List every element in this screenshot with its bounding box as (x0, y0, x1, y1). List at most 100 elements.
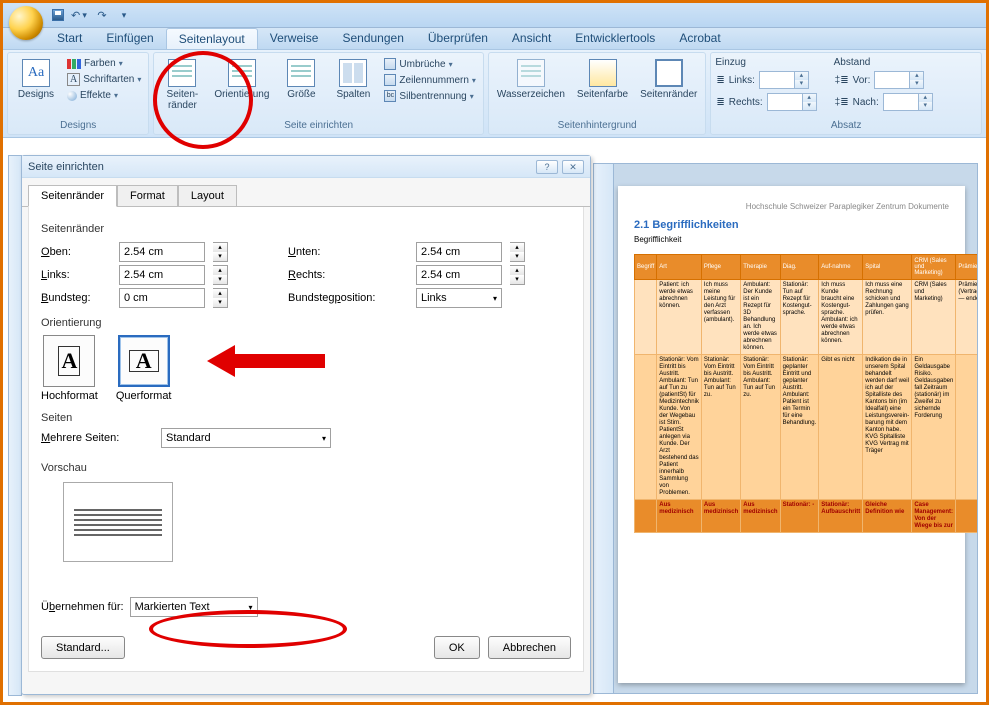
save-icon[interactable] (49, 6, 67, 24)
page-header-small: Hochschule Schweizer Paraplegiker Zentru… (634, 202, 949, 211)
vertical-ruler (8, 155, 22, 696)
preview-box (63, 482, 173, 562)
tab-ansicht[interactable]: Ansicht (500, 28, 563, 49)
select-mehrere[interactable]: Standard▾ (161, 428, 331, 448)
abstand-vor[interactable]: ‡≣Vor:▴▾ (834, 70, 934, 90)
lbl-mehrere: Mehrere Seiten: (41, 432, 149, 444)
lbl-bundstegpos: Bundstegposition: (288, 292, 408, 304)
help-icon[interactable]: ? (536, 160, 558, 174)
dialog-tab-seitenraender[interactable]: Seitenränder (28, 185, 117, 207)
silbentrennung-button[interactable]: bcSilbentrennung▾ (381, 89, 479, 103)
umbrueche-button[interactable]: Umbrüche▾ (381, 57, 479, 71)
table-header: CRM (Sales und Marketing) (912, 255, 956, 280)
cancel-button[interactable]: Abbrechen (488, 636, 571, 659)
table-header: Auf-nahme (819, 255, 863, 280)
input-bundsteg[interactable] (119, 288, 205, 308)
table-header: Art (657, 255, 702, 280)
dialog-body: Seitenränder Oben:▴▾ Links:▴▾ Bundsteg:▴… (28, 207, 584, 672)
standard-button[interactable]: Standard... (41, 636, 125, 659)
wasserzeichen-button[interactable]: Wasserzeichen (493, 57, 569, 102)
quick-access-toolbar: ↶▾ ↷ ▾ (49, 6, 133, 24)
section-heading: 2.1 Begrifflichkeiten (634, 219, 949, 231)
designs-button[interactable]: Aa Designs (12, 57, 60, 102)
table-row: Patient: ich werde etwas abrechnen könne… (635, 280, 979, 355)
subsection-text: Begrifflichkeit (634, 235, 949, 244)
select-uebernehmen[interactable]: Markierten Text▾ (130, 597, 258, 617)
close-icon[interactable]: ✕ (562, 160, 584, 174)
seitenraender-bg-button[interactable]: Seitenränder (636, 57, 701, 102)
lbl-unten: Unten: (288, 246, 408, 258)
orient-title: Orientierung (41, 317, 571, 329)
group-title-seite: Seite einrichten (156, 119, 481, 132)
seitenfarbe-button[interactable]: Seitenfarbe (573, 57, 632, 102)
groesse-button[interactable]: Größe (277, 57, 325, 102)
content-table: BegriffArtPflegeTherapieDiag.Auf-nahmeSp… (634, 254, 978, 533)
tab-ueberpruefen[interactable]: Überprüfen (416, 28, 500, 49)
redo-icon[interactable]: ↷ (93, 6, 111, 24)
table-row: Aus medizinischAus medizinischAus medizi… (635, 500, 979, 533)
ribbon-tabs: Start Einfügen Seitenlayout Verweise Sen… (3, 28, 986, 50)
table-header: Diag. (780, 255, 819, 280)
hochformat-button[interactable]: A Hochformat (41, 335, 98, 402)
orientierung-button[interactable]: Orientierung (210, 57, 273, 102)
table-header: Pflege (701, 255, 740, 280)
page-setup-dialog: Seite einrichten ? ✕ Seitenränder Format… (21, 155, 591, 695)
qat-customize-icon[interactable]: ▾ (115, 6, 133, 24)
dialog-title-text: Seite einrichten (28, 161, 104, 173)
table-header: Therapie (741, 255, 780, 280)
group-seite-einrichten: Seiten- ränder Orientierung Größe Spalte… (153, 52, 484, 135)
group-title-designs: Designs (10, 119, 146, 132)
dialog-tab-layout[interactable]: Layout (178, 185, 237, 207)
ok-button[interactable]: OK (434, 636, 480, 659)
document-page[interactable]: Hochschule Schweizer Paraplegiker Zentru… (618, 186, 965, 683)
einzug-links[interactable]: ≣Links:▴▾ (715, 70, 817, 90)
input-links[interactable] (119, 265, 205, 285)
tab-acrobat[interactable]: Acrobat (667, 28, 732, 49)
lbl-links: Links: (41, 269, 111, 281)
effekte-button[interactable]: Effekte▾ (64, 89, 144, 102)
tab-entwicklertools[interactable]: Entwicklertools (563, 28, 667, 49)
input-rechts[interactable] (416, 265, 502, 285)
dialog-tabs: Seitenränder Format Layout (22, 178, 590, 207)
spalten-button[interactable]: Spalten (329, 57, 377, 102)
margins-title: Seitenränder (41, 223, 571, 235)
dialog-tab-format[interactable]: Format (117, 185, 178, 207)
querformat-button[interactable]: A Querformat (116, 335, 172, 402)
dialog-titlebar[interactable]: Seite einrichten ? ✕ (22, 156, 590, 178)
abstand-label: Abstand (834, 57, 934, 68)
undo-icon[interactable]: ↶▾ (71, 6, 89, 24)
table-row: Stationär: Vom Eintritt bis Austritt. Am… (635, 355, 979, 500)
farben-button[interactable]: Farben▾ (64, 57, 144, 70)
group-absatz: Einzug ≣Links:▴▾ ≣Rechts:▴▾ Abstand ‡≣Vo… (710, 52, 982, 135)
input-unten[interactable] (416, 242, 502, 262)
tab-verweise[interactable]: Verweise (258, 28, 331, 49)
schriftarten-button[interactable]: ASchriftarten▾ (64, 72, 144, 87)
group-seitenhintergrund: Wasserzeichen Seitenfarbe Seitenränder S… (488, 52, 706, 135)
select-bundstegpos[interactable]: Links▾ (416, 288, 502, 308)
vorschau-title: Vorschau (41, 462, 571, 474)
group-designs: Aa Designs Farben▾ ASchriftarten▾ Effekt… (7, 52, 149, 135)
lbl-oben: Oben: (41, 246, 111, 258)
office-button[interactable] (9, 6, 43, 40)
abstand-nach[interactable]: ‡≣Nach:▴▾ (834, 92, 934, 112)
tab-sendungen[interactable]: Sendungen (330, 28, 415, 49)
table-header: Prämien-zahlen (956, 255, 978, 280)
table-header: Begriff (635, 255, 657, 280)
seitenraender-button[interactable]: Seiten- ränder (158, 57, 206, 113)
ribbon: Aa Designs Farben▾ ASchriftarten▾ Effekt… (3, 50, 986, 138)
tab-start[interactable]: Start (45, 28, 94, 49)
document-area: Hochschule Schweizer Paraplegiker Zentru… (593, 163, 978, 694)
tab-einfuegen[interactable]: Einfügen (94, 28, 165, 49)
lbl-rechts: Rechts: (288, 269, 408, 281)
group-title-hintergrund: Seitenhintergrund (491, 119, 703, 132)
einzug-rechts[interactable]: ≣Rechts:▴▾ (715, 92, 817, 112)
seiten-title: Seiten (41, 412, 571, 424)
lbl-bundsteg: Bundsteg: (41, 292, 111, 304)
einzug-label: Einzug (715, 57, 817, 68)
input-oben[interactable] (119, 242, 205, 262)
title-bar: ↶▾ ↷ ▾ (3, 3, 986, 28)
zeilennummern-button[interactable]: Zeilennummern▾ (381, 73, 479, 87)
doc-ruler (594, 164, 614, 693)
group-title-absatz: Absatz (713, 119, 979, 132)
tab-seitenlayout[interactable]: Seitenlayout (166, 28, 258, 49)
